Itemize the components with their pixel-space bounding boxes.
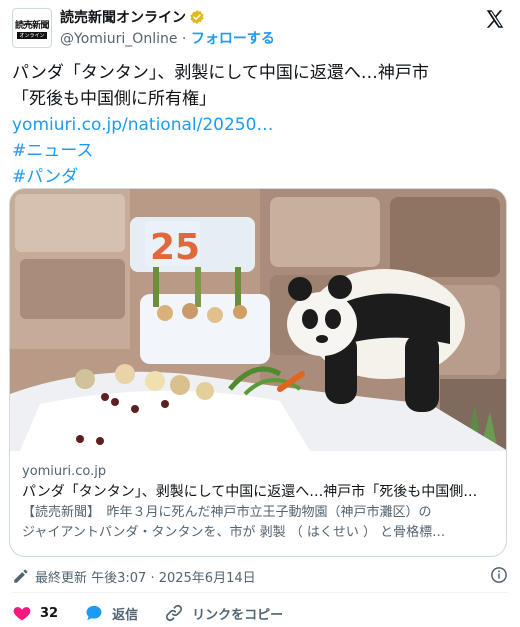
separator-dot: · [181,31,187,47]
reply-icon [86,605,102,621]
card-image[interactable]: 25 [10,189,506,451]
like-button[interactable]: 32 [12,603,58,623]
x-logo-icon[interactable] [484,8,506,30]
like-count: 32 [40,605,59,621]
name-row: 読売新聞オンライン [60,7,205,27]
card-domain: yomiuri.co.jp [22,464,107,479]
timestamp[interactable]: 最終更新 午後3:07 · 2025年6月14日 [35,567,256,586]
card-title[interactable]: パンダ「タンタン」、剥製にして中国に返還へ…神戸市「死後も中国側… [22,481,498,503]
account-handle[interactable]: @Yomiuri_Online [60,31,177,47]
handle-row: @Yomiuri_Online · フォローする [60,28,275,48]
card-description-line-2: ジャイアントパンダ・タンタンを、市が 剥製 （ はくせい ） と骨格標… [22,525,446,540]
card-description-line-1: 【読売新聞】 昨年３月に死んだ神戸市立王子動物園（神戸市灘区）の [22,505,432,520]
edit-clock-icon [14,569,28,583]
tweet-header: 読売新聞 オンライン 読売新聞オンライン @Yomiuri_Online · フ… [12,6,508,50]
tweet-text-line-1: パンダ「タンタン」、剥製にして中国に返還へ…神戸市 [12,63,429,83]
card-meta: yomiuri.co.jp パンダ「タンタン」、剥製にして中国に返還へ…神戸市「… [22,463,498,543]
hashtag-panda[interactable]: #パンダ [12,164,508,190]
reply-label: 返信 [112,607,139,623]
tweet-text: パンダ「タンタン」、剥製にして中国に返還へ…神戸市 「死後も中国側に所有権」 y… [12,60,508,190]
timestamp-row: 最終更新 午後3:07 · 2025年6月14日 [12,566,256,586]
copy-link-label: リンクをコピー [192,607,284,623]
copy-link-button[interactable]: リンクをコピー [164,603,283,623]
verified-badge-icon [190,10,204,24]
account-name[interactable]: 読売新聞オンライン [60,7,186,27]
card-description: 【読売新聞】 昨年３月に死んだ神戸市立王子動物園（神戸市灘区）の ジャイアントパ… [22,503,498,543]
heart-icon [13,607,31,621]
avatar[interactable]: 読売新聞 オンライン [12,8,52,48]
info-icon[interactable] [490,566,508,584]
avatar-logo-text: 読売新聞 [14,20,50,31]
sign-number: 25 [150,227,200,268]
link-card[interactable]: 25 yomiuri.co.jp パンダ「タンタン」、剥製にして中国に返還へ…神… [9,188,507,557]
reply-button[interactable]: 返信 [84,603,138,623]
divider [12,592,508,593]
hashtag-news[interactable]: #ニュース [12,138,508,164]
panda-photo: 25 [10,189,506,451]
action-bar: 32 返信 リンクをコピー [12,603,309,623]
avatar-logo-subtext: オンライン [17,31,47,39]
tweet-link[interactable]: yomiuri.co.jp/national/20250… [12,112,508,138]
follow-button[interactable]: フォローする [191,31,275,47]
tweet-text-line-2: 「死後も中国側に所有権」 [12,89,216,109]
link-icon [166,604,183,622]
